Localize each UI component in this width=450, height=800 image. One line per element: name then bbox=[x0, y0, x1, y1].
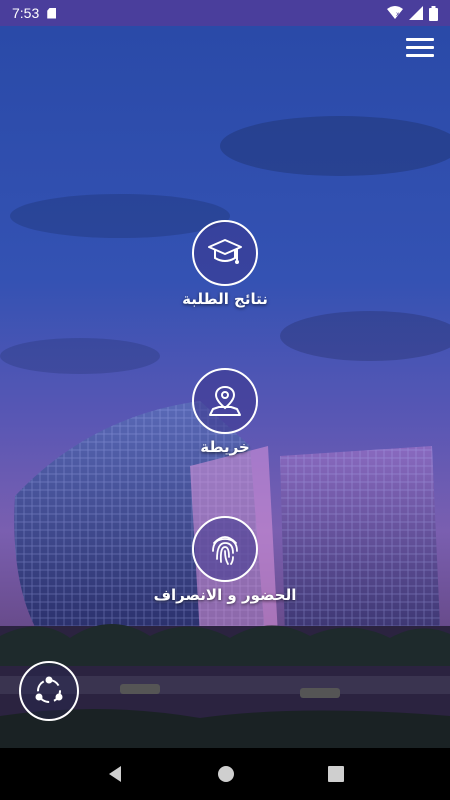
back-icon[interactable] bbox=[106, 765, 124, 783]
map-label: خريطة bbox=[200, 438, 250, 456]
hamburger-menu-icon bbox=[406, 38, 434, 41]
home-icon[interactable] bbox=[217, 765, 235, 783]
system-nav-bar bbox=[0, 748, 450, 800]
status-icons: x bbox=[387, 5, 438, 21]
wifi-icon: x bbox=[387, 6, 403, 19]
attendance-label: الحضور و الانصراف bbox=[153, 586, 297, 604]
battery-icon bbox=[429, 5, 438, 21]
sd-card-icon bbox=[47, 7, 57, 19]
attendance-button[interactable] bbox=[192, 516, 258, 582]
nav-item-map[interactable]: خريطة bbox=[0, 368, 450, 456]
menu-button[interactable] bbox=[406, 38, 434, 60]
student-results-label: نتائج الطلبة bbox=[182, 290, 268, 308]
share-button[interactable] bbox=[19, 661, 79, 721]
student-results-button[interactable] bbox=[192, 220, 258, 286]
nav-item-attendance[interactable]: الحضور و الانصراف bbox=[0, 516, 450, 604]
status-time: 7:53 bbox=[12, 5, 40, 21]
graduation-cap-icon bbox=[208, 239, 242, 264]
signal-icon bbox=[409, 6, 423, 20]
svg-text:x: x bbox=[396, 11, 400, 18]
map-pin-icon bbox=[209, 385, 241, 416]
nav-item-student-results[interactable]: نتائج الطلبة bbox=[0, 220, 450, 308]
share-icon bbox=[35, 676, 63, 703]
fingerprint-icon bbox=[212, 536, 238, 565]
status-bar: 7:53 x bbox=[0, 0, 450, 26]
recents-icon[interactable] bbox=[327, 766, 344, 782]
map-button[interactable] bbox=[192, 368, 258, 434]
